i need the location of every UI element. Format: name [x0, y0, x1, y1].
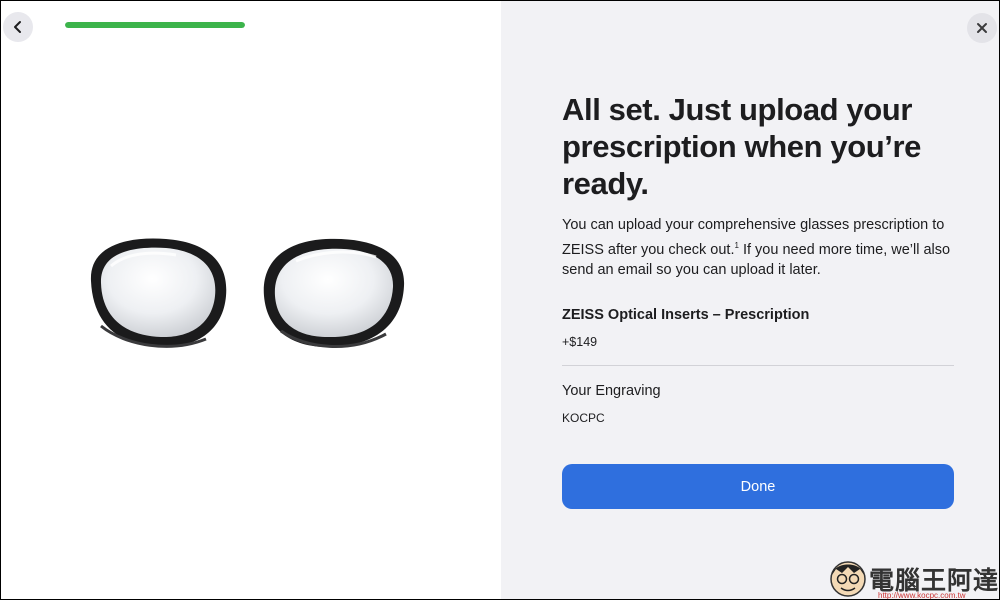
summary-pane: All set. Just upload your prescription w…: [501, 1, 999, 599]
done-button[interactable]: Done: [562, 464, 954, 509]
close-icon: [977, 23, 987, 33]
watermark: 電腦王阿達 http://www.kocpc.com.tw: [826, 553, 999, 600]
page-title: All set. Just upload your prescription w…: [562, 92, 922, 201]
mascot-logo: [830, 561, 866, 597]
item-title: ZEISS Optical Inserts – Prescription: [562, 307, 810, 323]
engraving-value: KOCPC: [562, 411, 605, 425]
left-lens: [90, 238, 227, 348]
engraving-label: Your Engraving: [562, 383, 661, 399]
item-price: +$149: [562, 335, 598, 349]
description-text: You can upload your comprehensive glasse…: [562, 215, 982, 280]
progress-bar: [65, 22, 245, 28]
right-lens: [263, 238, 405, 348]
close-button[interactable]: [967, 13, 997, 43]
watermark-url: http://www.kocpc.com.tw: [878, 591, 966, 600]
optical-inserts-image: [90, 238, 405, 348]
divider: [562, 365, 954, 366]
chevron-left-icon: [14, 21, 21, 33]
app-window: All set. Just upload your prescription w…: [0, 0, 1000, 600]
back-button[interactable]: [3, 12, 33, 42]
progress-fill: [65, 22, 245, 28]
product-pane: [1, 1, 501, 599]
